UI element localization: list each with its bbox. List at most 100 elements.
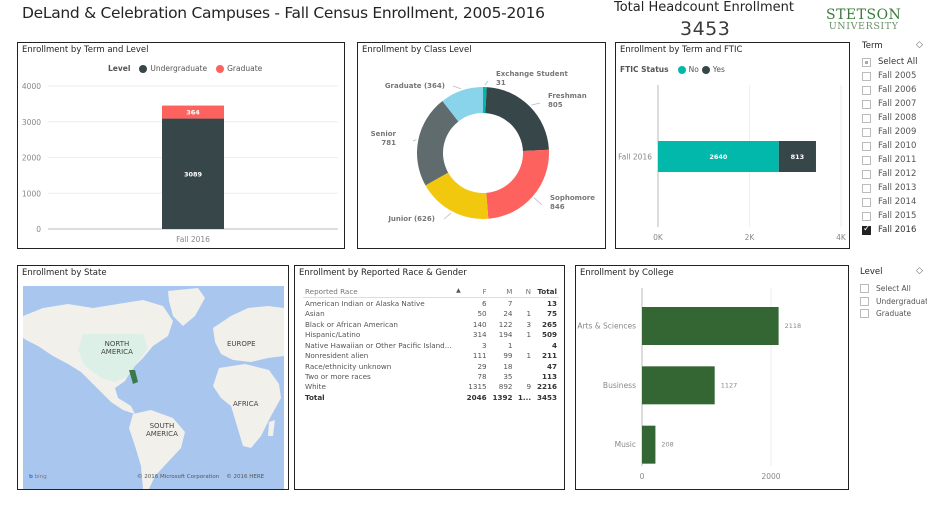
term-slicer-item[interactable]: Fall 2014 xyxy=(862,197,916,207)
n-cell: 1... xyxy=(517,392,532,402)
f-cell: 50 xyxy=(477,309,487,319)
map-label-south-america: SOUTH AMERICA xyxy=(146,422,178,438)
college-panel[interactable]: Enrollment by College 0 2000 2118 Arts & Sc… xyxy=(575,265,849,490)
table-row[interactable]: Two or more races 78 35 113 xyxy=(303,371,559,381)
term-level-panel[interactable]: Enrollment by Term and Level Level Under… xyxy=(17,42,345,249)
table-row[interactable]: American Indian or Alaska Native 6 7 13 xyxy=(303,298,559,309)
checkbox[interactable] xyxy=(860,284,869,293)
table-row[interactable]: Hispanic/Latino 314 194 1 509 xyxy=(303,329,559,339)
n-cell: 9 xyxy=(526,382,532,392)
race-cell: Nonresident alien xyxy=(305,351,369,361)
x-tick-label: 2K xyxy=(745,233,756,242)
col-header-f[interactable]: F xyxy=(462,286,489,298)
n-cell xyxy=(515,298,534,309)
data-label: 2118 xyxy=(785,322,802,330)
term-slicer-item[interactable]: Fall 2009 xyxy=(862,127,916,137)
term-slicer-item[interactable]: Select All xyxy=(862,57,917,67)
race-cell: Hispanic/Latino xyxy=(305,330,361,340)
race-cell: Two or more races xyxy=(305,371,371,381)
n-cell xyxy=(515,371,534,381)
checkbox[interactable] xyxy=(860,309,869,318)
table-total-row[interactable]: Total 2046 1392 1... 3453 xyxy=(303,392,559,402)
term-slicer-item[interactable]: Fall 2010 xyxy=(862,141,916,151)
checkbox[interactable] xyxy=(862,155,871,165)
col-header-race[interactable]: Reported Race ▲ xyxy=(303,286,463,298)
checkbox[interactable] xyxy=(862,211,871,221)
term-ftic-panel[interactable]: Enrollment by Term and FTIC FTIC Status … xyxy=(615,42,850,249)
eraser-icon[interactable]: ◇ xyxy=(916,40,923,50)
f-cell: 6 xyxy=(482,298,487,308)
slice-sophomore xyxy=(486,149,549,219)
col-header-n[interactable]: N xyxy=(514,286,534,298)
checkbox[interactable] xyxy=(862,224,871,235)
total-cell: 211 xyxy=(541,351,557,361)
slice-senior xyxy=(417,100,459,186)
level-slicer-item[interactable]: Undergraduate xyxy=(860,296,927,306)
term-slicer-item[interactable]: Fall 2012 xyxy=(862,169,916,179)
total-cell: 113 xyxy=(541,371,557,381)
term-slicer-item[interactable]: Fall 2016 xyxy=(862,224,916,235)
n-cell xyxy=(515,340,534,350)
term-slicer-item[interactable]: Fall 2015 xyxy=(862,211,916,221)
race-gender-table: Reported Race ▲ F M N Total American Indi… xyxy=(303,286,559,403)
total-cell: 265 xyxy=(541,319,557,329)
bing-map[interactable]: NORTH AMERICA EUROPE AFRICA SOUTH AMERICA … xyxy=(23,286,284,489)
slicer-title: Term xyxy=(862,41,883,51)
map-label-north-america: NORTH AMERICA xyxy=(101,340,133,356)
checkbox[interactable] xyxy=(862,169,871,179)
m-cell: 7 xyxy=(507,298,513,308)
slicer-item-label: Fall 2012 xyxy=(878,169,917,179)
col-header-m[interactable]: M xyxy=(488,286,515,298)
term-slicer-item[interactable]: Fall 2011 xyxy=(862,155,916,165)
f-cell: 2046 xyxy=(466,392,487,402)
term-slicer-item[interactable]: Fall 2013 xyxy=(862,183,916,193)
level-slicer-item[interactable]: Select All xyxy=(860,284,911,293)
checkbox[interactable] xyxy=(862,197,871,207)
n-cell: 1 xyxy=(526,351,532,361)
slice-label: Junior (626) xyxy=(387,215,435,223)
f-cell: 78 xyxy=(477,371,487,381)
slice-label: 846 xyxy=(550,203,565,211)
term-slicer-item[interactable]: Fall 2007 xyxy=(862,99,916,109)
term-slicer-item[interactable]: Fall 2008 xyxy=(862,113,916,123)
state-map-panel[interactable]: Enrollment by State NORTH AMERICA EUROPE … xyxy=(17,265,289,490)
m-cell: 18 xyxy=(503,361,513,371)
total-cell: 509 xyxy=(541,330,557,340)
table-row[interactable]: Black or African American 140 122 3 265 xyxy=(303,319,559,329)
data-label: 208 xyxy=(661,441,673,449)
checkbox[interactable] xyxy=(860,296,869,306)
eraser-icon[interactable]: ◇ xyxy=(916,266,923,276)
f-cell: 3 xyxy=(482,340,487,350)
table-row[interactable]: Race/ethnicity unknown 29 18 47 xyxy=(303,361,559,371)
map-label-africa: AFRICA xyxy=(233,400,259,408)
f-cell: 1315 xyxy=(468,382,487,392)
table-row[interactable]: Nonresident alien 111 99 1 211 xyxy=(303,350,559,360)
table-row[interactable]: White 1315 892 9 2216 xyxy=(303,382,559,392)
race-gender-panel[interactable]: Enrollment by Reported Race & Gender Rep… xyxy=(294,265,565,490)
term-slicer-item[interactable]: Fall 2006 xyxy=(862,85,916,95)
data-label: 364 xyxy=(186,109,200,117)
col-header-total[interactable]: Total xyxy=(533,286,559,298)
checkbox[interactable] xyxy=(862,57,871,67)
table-row[interactable]: Native Hawaiian or Other Pacific Island.… xyxy=(303,340,559,350)
slicer-item-label: Fall 2009 xyxy=(878,127,917,137)
m-cell: 24 xyxy=(503,309,513,319)
y-tick-label: 2000 xyxy=(22,154,41,163)
y-tick-label: Music xyxy=(615,440,636,449)
checkbox[interactable] xyxy=(862,127,871,137)
slice-label: Freshman xyxy=(548,92,587,100)
checkbox[interactable] xyxy=(862,99,871,109)
y-tick-label: Arts & Sciences xyxy=(577,322,636,331)
logo-line2: UNIVERSITY xyxy=(828,21,899,32)
checkbox[interactable] xyxy=(862,85,871,95)
checkbox[interactable] xyxy=(862,183,871,193)
level-slicer-item[interactable]: Graduate xyxy=(860,309,911,318)
sort-ascending-icon[interactable]: ▲ xyxy=(456,287,461,294)
checkbox[interactable] xyxy=(862,113,871,123)
checkbox[interactable] xyxy=(862,71,871,81)
college-chart: 0 2000 2118 Arts & Sciences 1127 Business 208 M… xyxy=(577,288,802,481)
class-level-panel[interactable]: Enrollment by Class Level Exchange Stude… xyxy=(357,42,606,249)
term-slicer-item[interactable]: Fall 2005 xyxy=(862,71,916,81)
checkbox[interactable] xyxy=(862,141,871,151)
table-row[interactable]: Asian 50 24 1 75 xyxy=(303,308,559,318)
